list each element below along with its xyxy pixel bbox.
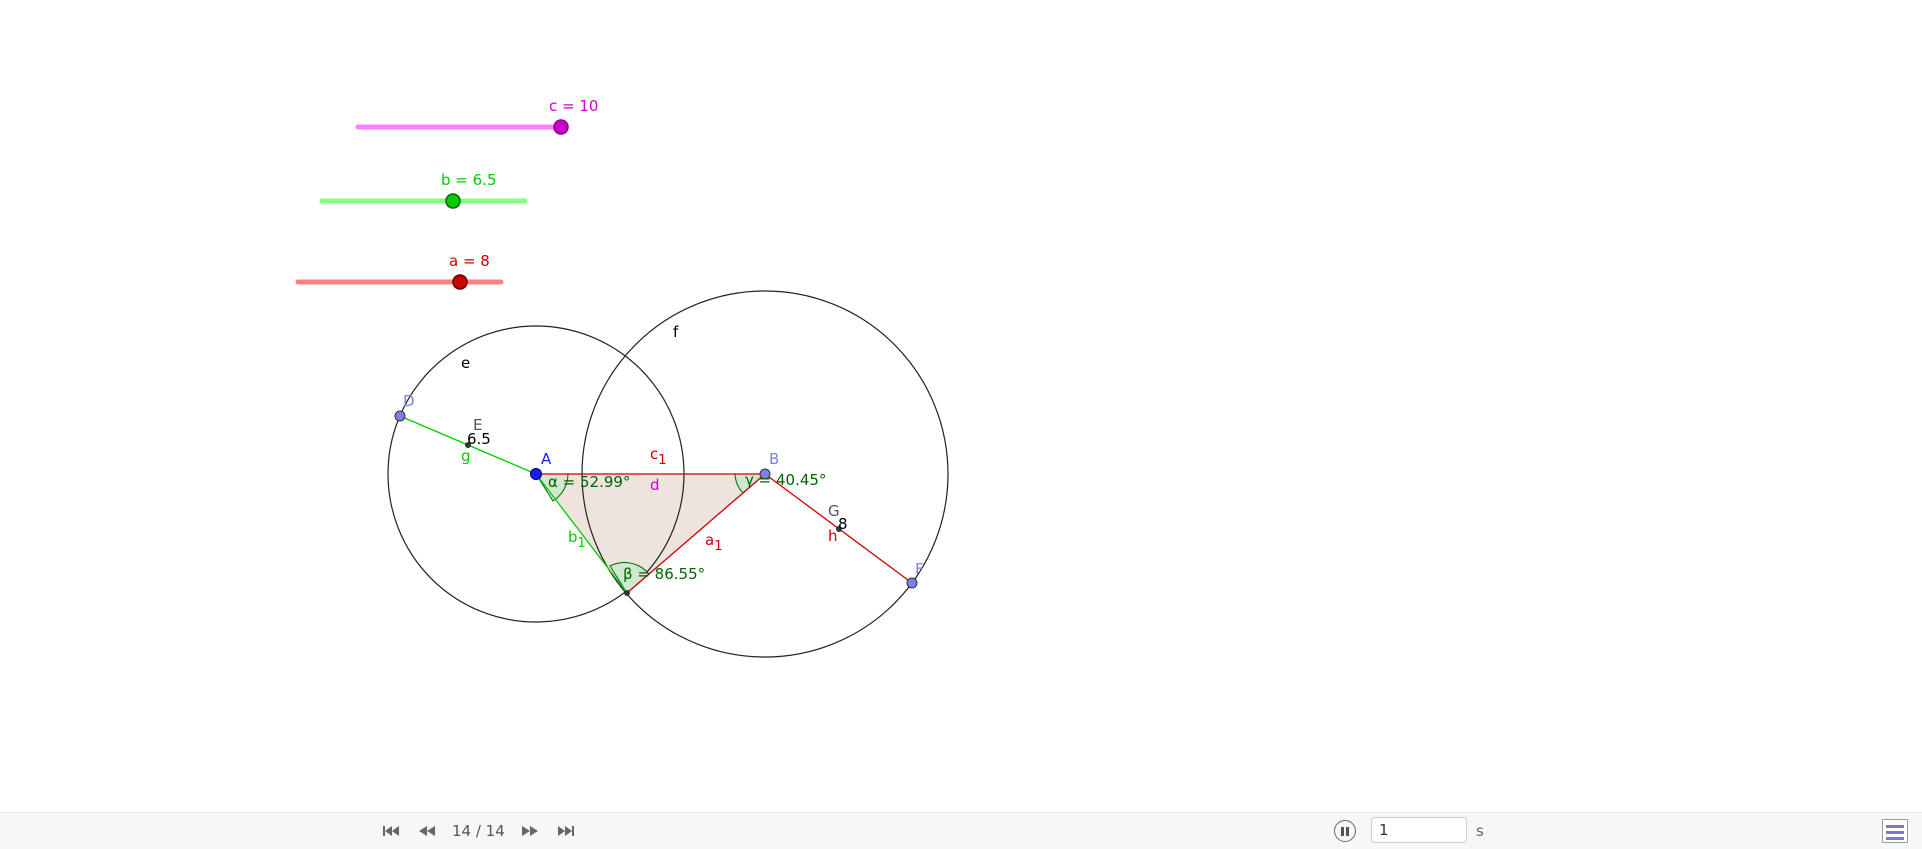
- slider-a-label: a = 8: [449, 252, 490, 270]
- speed-input[interactable]: [1371, 817, 1467, 843]
- point-F-label: F: [915, 560, 924, 578]
- slider-a[interactable]: a = 8: [295, 252, 504, 290]
- segment-h-label: h: [828, 527, 838, 545]
- segment-g-label: g: [461, 447, 471, 465]
- point-G-value: 8: [838, 515, 848, 533]
- slider-b-label: b = 6.5: [441, 171, 496, 189]
- geometry-canvas[interactable]: c = 10 b = 6.5 a = 8 e f D E 6.5 g A c1 …: [0, 0, 1922, 812]
- algebra-view-icon[interactable]: [1882, 819, 1908, 843]
- fast-forward-icon[interactable]: [519, 822, 541, 840]
- point-A-label: A: [541, 450, 552, 468]
- slider-b-handle[interactable]: [445, 193, 461, 209]
- navigation-bar: 14 / 14 s: [0, 812, 1922, 849]
- slider-c[interactable]: c = 10: [355, 97, 598, 135]
- circle-e-label: e: [461, 354, 470, 372]
- angle-gamma-label: γ = 40.45°: [745, 471, 826, 489]
- point-A[interactable]: [530, 468, 542, 480]
- slider-b[interactable]: b = 6.5: [319, 171, 528, 209]
- angle-alpha-label: α = 52.99°: [548, 473, 630, 491]
- speed-unit-label: s: [1476, 822, 1484, 840]
- segment-a1-label: a1: [705, 531, 722, 554]
- point-B-label: B: [769, 450, 779, 468]
- point-F[interactable]: [906, 577, 918, 589]
- point-D-label: D: [403, 392, 415, 410]
- slider-a-handle[interactable]: [452, 274, 468, 290]
- slider-c-label: c = 10: [549, 97, 598, 115]
- segment-c1-label: c1: [650, 445, 667, 468]
- skip-to-first-icon[interactable]: [380, 822, 402, 840]
- rewind-icon[interactable]: [416, 822, 438, 840]
- point-D[interactable]: [394, 410, 406, 422]
- step-counter: 14 / 14: [452, 822, 505, 840]
- point-C[interactable]: [624, 590, 630, 596]
- slider-c-handle[interactable]: [553, 119, 569, 135]
- point-E-value: 6.5: [467, 430, 491, 448]
- pause-icon[interactable]: [1334, 820, 1356, 842]
- skip-to-last-icon[interactable]: [555, 822, 577, 840]
- angle-beta-label: β = 86.55°: [623, 565, 705, 583]
- circle-f-label: f: [673, 323, 679, 341]
- segment-d-label: d: [650, 476, 660, 494]
